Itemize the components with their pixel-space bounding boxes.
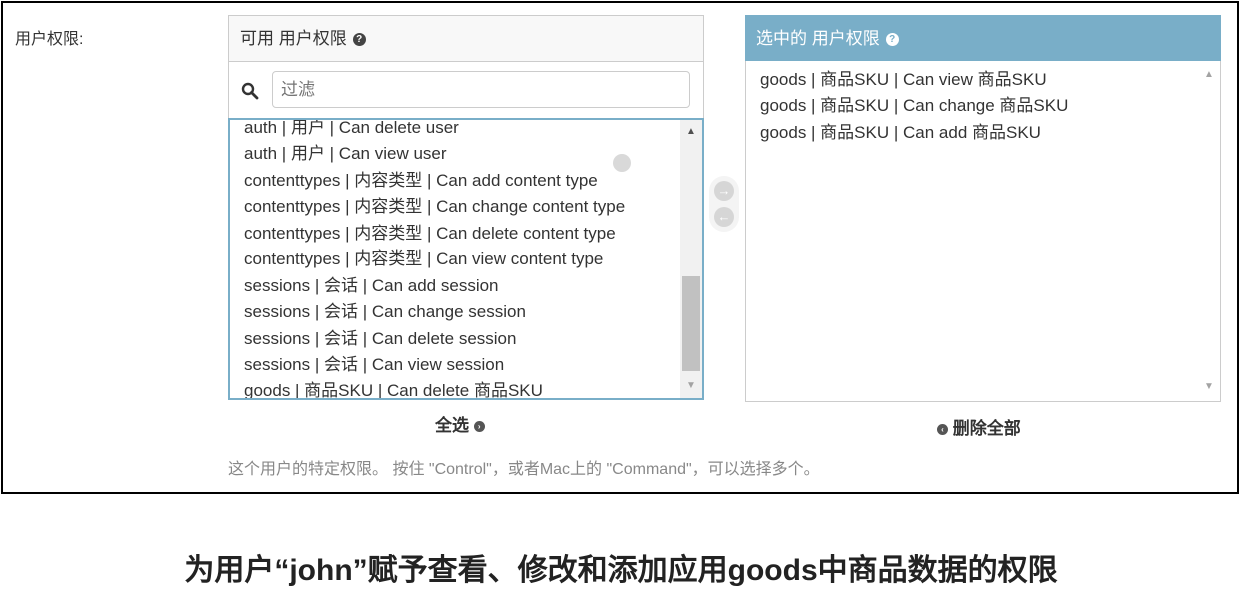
chosen-header: 选中的 用户权限? [745,15,1221,61]
help-icon[interactable]: ? [352,33,366,47]
scroll-down-icon[interactable]: ▼ [1198,377,1220,397]
chevron-right-icon: › [473,421,485,433]
move-controls: → ← [709,176,739,232]
help-icon[interactable]: ? [885,33,899,47]
list-item[interactable]: contenttypes | 内容类型 | Can view content t… [244,244,603,269]
help-text: 这个用户的特定权限。 按住 "Control"，或者Mac上的 "Command… [228,461,820,478]
list-item[interactable]: goods | 商品SKU | Can add 商品SKU [760,118,1041,143]
available-permissions-box: 可用 用户权限? auth | 用户 | Can delete user aut… [228,15,704,400]
list-item[interactable]: auth | 用户 | Can view user [244,139,447,164]
drag-ghost-icon [613,154,631,172]
list-item[interactable]: auth | 用户 | Can delete user [244,120,459,138]
chevron-left-icon: ‹ [937,424,948,436]
available-permissions-list[interactable]: auth | 用户 | Can delete user auth | 用户 | … [228,118,704,400]
available-title: 可用 用户权限 [240,29,347,48]
caption: 为用户“john”赋予查看、修改和添加应用goods中商品数据的权限 [184,554,1058,587]
list-item[interactable]: sessions | 会话 | Can change session [244,297,526,322]
remove-all-label: 删除全部 [952,419,1021,438]
chosen-permissions-box: 选中的 用户权限? goods | 商品SKU | Can view 商品SKU… [745,15,1221,402]
filter-input[interactable] [272,71,690,108]
list-item[interactable]: goods | 商品SKU | Can view 商品SKU [760,65,1047,90]
list-item[interactable]: sessions | 会话 | Can view session [244,350,504,375]
scroll-down-icon[interactable]: ▼ [680,376,702,396]
remove-arrow-icon[interactable]: ← [714,207,734,227]
field-label: 用户权限: [15,31,84,48]
list-item[interactable]: contenttypes | 内容类型 | Can delete content… [244,219,616,244]
choose-all-label: 全选 [435,416,469,435]
scrollbar[interactable]: ▲ ▼ [680,120,702,398]
list-item[interactable]: contenttypes | 内容类型 | Can change content… [244,192,625,217]
list-item[interactable]: sessions | 会话 | Can delete session [244,324,516,349]
remove-all-button[interactable]: ‹ 删除全部 [937,414,1021,439]
list-item[interactable]: sessions | 会话 | Can add session [244,271,499,296]
filter-row [228,61,704,118]
scrollbar[interactable]: ▲ ▼ [1198,61,1220,401]
search-icon [241,82,259,100]
choose-all-button[interactable]: 全选 › [435,411,485,436]
list-item[interactable]: goods | 商品SKU | Can change 商品SKU [760,91,1068,116]
chosen-permissions-list[interactable]: goods | 商品SKU | Can view 商品SKU goods | 商… [745,61,1221,402]
scroll-up-icon[interactable]: ▲ [1198,65,1220,85]
scroll-thumb[interactable] [682,276,700,371]
list-item[interactable]: contenttypes | 内容类型 | Can add content ty… [244,166,598,191]
scroll-up-icon[interactable]: ▲ [680,122,702,142]
chosen-title: 选中的 用户权限 [756,29,880,48]
list-item[interactable]: goods | 商品SKU | Can delete 商品SKU [244,376,543,398]
add-arrow-icon[interactable]: → [714,181,734,201]
available-header: 可用 用户权限? [228,15,704,61]
